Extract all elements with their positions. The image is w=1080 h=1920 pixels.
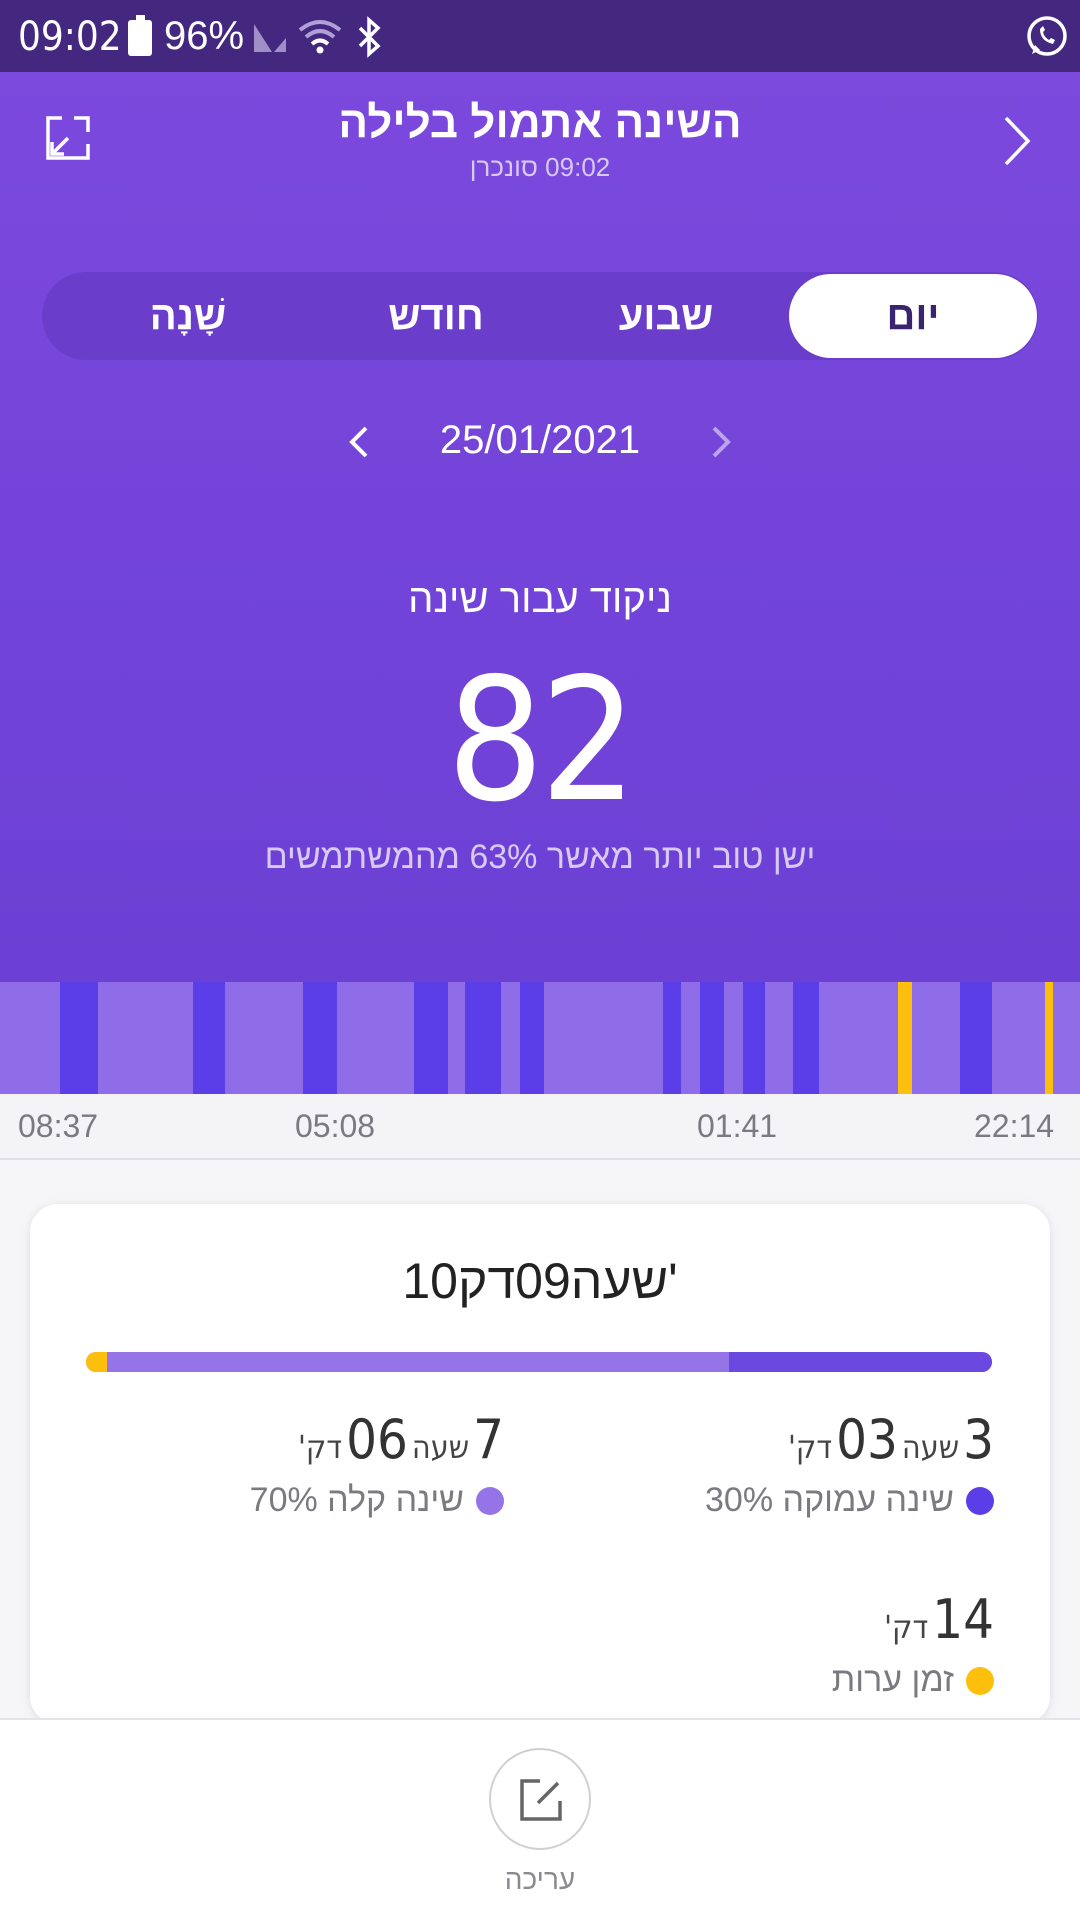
bar-light-part: [107, 1352, 729, 1372]
page-title: השינה אתמול בלילה: [338, 98, 742, 147]
awake-label: זמן ערות: [832, 1661, 994, 1700]
score-label: ניקוד עבור שינה: [408, 577, 672, 621]
bluetooth-icon: [358, 16, 381, 58]
battery-level: 96%: [164, 14, 245, 58]
deep-sleep-stat: 3שעה03דק' שינה עמוקה 30%: [705, 1408, 994, 1520]
deep-sleep-segment: [414, 982, 448, 1094]
time-axis: 08:37 05:08 01:41 22:14: [0, 1094, 1080, 1160]
wifi-icon: [298, 20, 342, 54]
sleep-summary-card: 10שעה09דק' 3שעה03דק' שינה עמוקה 30% 7שעה…: [30, 1204, 1050, 1724]
period-tabs: שָׁנָה חודש שבוע יום: [42, 272, 1038, 360]
deep-sleep-segment: [793, 982, 819, 1094]
tab-day[interactable]: יום: [789, 274, 1037, 358]
deep-sleep-segment: [60, 982, 98, 1094]
awake-stat: 14דק' זמן ערות: [832, 1588, 994, 1700]
awake-value: 14דק': [884, 1588, 994, 1651]
bar-deep-part: [729, 1352, 992, 1372]
deep-sleep-dot: [966, 1487, 994, 1515]
light-sleep-label: שינה קלה 70%: [250, 1481, 504, 1520]
current-date: 25/01/2021: [439, 418, 641, 462]
tab-month[interactable]: חודש: [312, 272, 560, 360]
light-sleep-dot: [476, 1487, 504, 1515]
awake-dot: [966, 1667, 994, 1695]
light-sleep-stat: 7שעה06דק' שינה קלה 70%: [250, 1408, 504, 1520]
deep-sleep-segment: [700, 982, 724, 1094]
signal-icon: [254, 24, 286, 52]
deep-sleep-segment: [960, 982, 992, 1094]
deep-sleep-segment: [743, 982, 765, 1094]
bottom-action-bar: עריכה: [0, 1718, 1080, 1920]
sleep-score: 82: [446, 642, 638, 840]
time-label: 05:08: [295, 1108, 376, 1144]
whatsapp-icon: [1027, 16, 1067, 56]
time-label: 01:41: [697, 1108, 778, 1144]
edit-label: עריכה: [504, 1864, 576, 1895]
battery-icon: [128, 15, 152, 56]
deep-sleep-segment: [193, 982, 225, 1094]
deep-sleep-segment: [520, 982, 544, 1094]
deep-sleep-segment: [663, 982, 681, 1094]
sleep-composition-bar: [86, 1352, 992, 1372]
date-navigator: 25/01/2021: [0, 412, 1080, 472]
awake-segment: [898, 982, 912, 1094]
bar-awake-part: [86, 1352, 107, 1372]
awake-segment: [1045, 982, 1053, 1094]
total-sleep-duration: 10שעה09דק': [402, 1253, 678, 1309]
tab-week[interactable]: שבוע: [542, 272, 790, 360]
status-bar: 09:02 96%: [0, 0, 1080, 72]
deep-sleep-segment: [303, 982, 337, 1094]
edit-button[interactable]: [489, 1748, 591, 1850]
deep-sleep-segment: [465, 982, 501, 1094]
sleep-stages-chart: [0, 982, 1080, 1094]
time-label-end: 08:37: [18, 1108, 99, 1144]
sync-status: 09:02 סונכרן: [469, 152, 611, 182]
sleep-header: השינה אתמול בלילה 09:02 סונכרן שָׁנָה חו…: [0, 72, 1080, 982]
back-arrow-icon[interactable]: [1000, 112, 1034, 170]
deep-sleep-label: שינה עמוקה 30%: [705, 1481, 994, 1520]
time-label-start: 22:14: [974, 1108, 1055, 1144]
chevron-right-icon[interactable]: [706, 420, 736, 464]
deep-sleep-value: 3שעה03דק': [788, 1408, 994, 1471]
tab-year[interactable]: שָׁנָה: [64, 272, 312, 360]
status-time: 09:02: [18, 14, 122, 60]
light-sleep-value: 7שעה06דק': [298, 1408, 504, 1471]
score-comparison: ישן טוב יותר מאשר 63% מהמשתמשים: [264, 838, 816, 876]
edit-icon: [520, 1779, 562, 1821]
